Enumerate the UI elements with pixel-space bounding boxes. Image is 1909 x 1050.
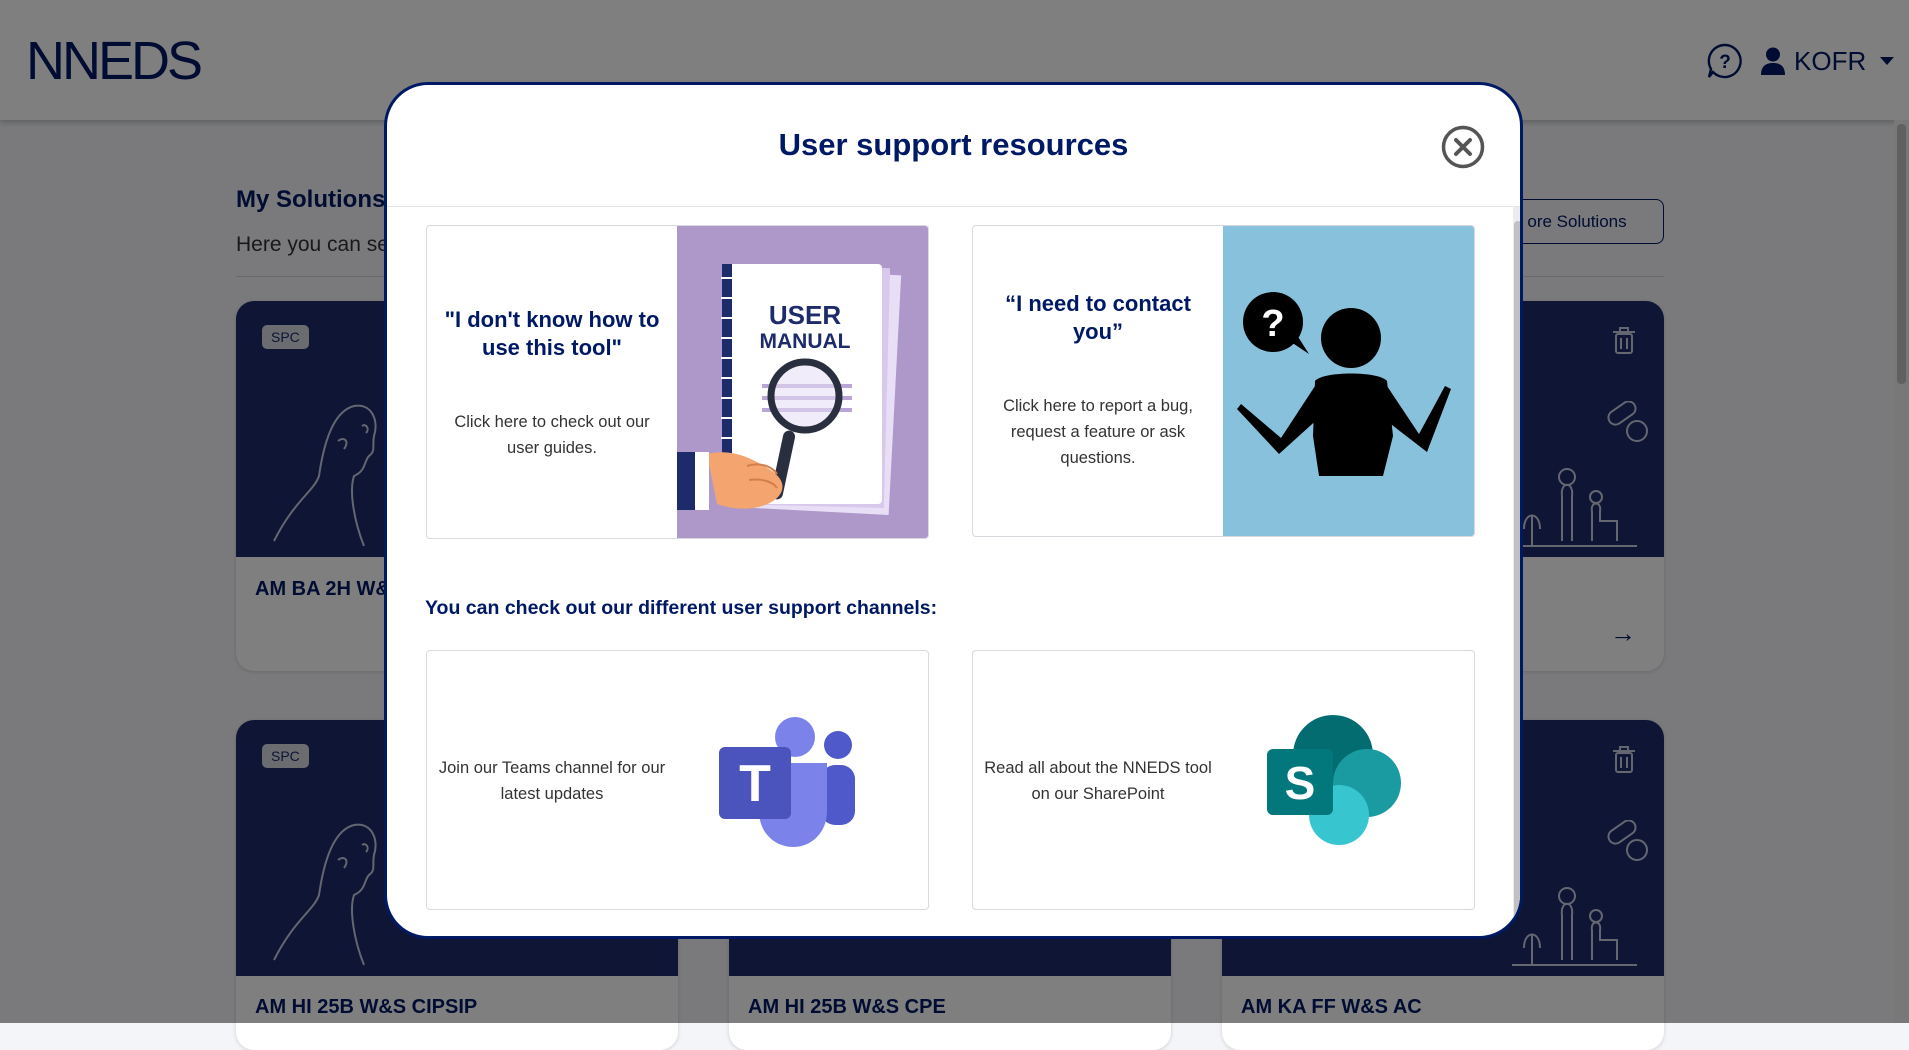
modal-title: User support resources xyxy=(778,127,1129,162)
sharepoint-card[interactable]: Read all about the NNEDS tool on our Sha… xyxy=(972,650,1475,910)
svg-text:?: ? xyxy=(1261,303,1284,345)
sharepoint-logo-letter: S xyxy=(1285,757,1316,809)
teams-channel-text: Join our Teams channel for our latest up… xyxy=(438,759,666,803)
modal-header: User support resources xyxy=(387,85,1520,207)
modal-scrollbar[interactable] xyxy=(1513,207,1520,936)
contact-description: Click here to report a bug, request a fe… xyxy=(1003,397,1193,467)
channels-heading: You can check out our different user sup… xyxy=(425,597,938,619)
teams-logo-icon: T xyxy=(719,717,855,847)
contact-us-card[interactable]: “I need to contact you” Click here to re… xyxy=(972,225,1475,537)
teams-logo-letter: T xyxy=(739,755,771,813)
user-guides-description: Click here to check out our user guides. xyxy=(454,413,650,457)
sharepoint-logo-icon: S xyxy=(1267,715,1401,845)
teams-channel-card[interactable]: Join our Teams channel for our latest up… xyxy=(426,650,929,910)
contact-heading: “I need to contact you” xyxy=(1005,291,1191,344)
manual-title-line1: USER xyxy=(769,300,841,330)
close-icon[interactable] xyxy=(1441,125,1485,169)
user-support-modal: User support resources "I don't know how… xyxy=(384,82,1523,939)
user-manual-illustration: USER MANUAL xyxy=(677,226,928,538)
question-person-illustration: ? xyxy=(1223,226,1474,536)
user-guides-heading: "I don't know how to use this tool" xyxy=(444,307,660,360)
user-guides-card[interactable]: "I don't know how to use this tool" Clic… xyxy=(426,225,929,539)
manual-title-line2: MANUAL xyxy=(760,330,851,353)
sharepoint-text: Read all about the NNEDS tool on our Sha… xyxy=(984,759,1212,803)
